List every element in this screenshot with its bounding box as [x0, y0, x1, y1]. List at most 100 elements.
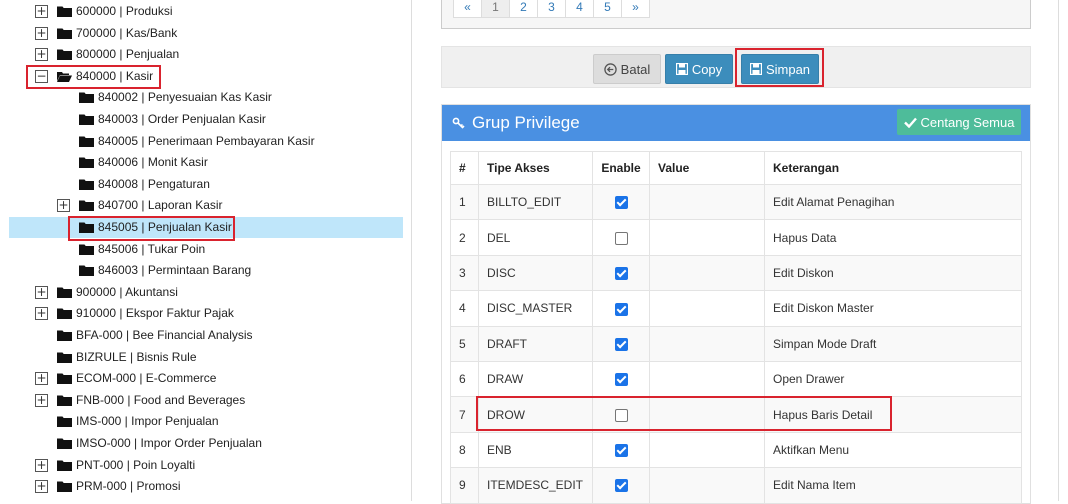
header-enable: Enable	[592, 151, 650, 185]
expand-icon[interactable]: +	[35, 458, 48, 472]
row-enable-cell	[592, 254, 650, 292]
tree-node[interactable]: + FNB-000 | Food and Beverages	[0, 390, 400, 411]
folder-icon	[57, 481, 72, 493]
expand-icon[interactable]: +	[35, 5, 48, 18]
simpan-button[interactable]: Simpan	[741, 54, 819, 84]
row-tipe-akses: ENB	[478, 431, 593, 469]
tree-node[interactable]: − 840000 | Kasir	[0, 66, 400, 87]
expand-icon[interactable]: +	[35, 480, 48, 494]
expand-icon[interactable]: +	[35, 26, 48, 40]
copy-button[interactable]: Copy	[665, 54, 733, 84]
expand-icon[interactable]: +	[35, 393, 48, 407]
tree-node[interactable]: +900000 | Akuntansi	[0, 282, 400, 303]
folder-icon	[57, 28, 72, 39]
row-tipe-akses: DISC_MASTER	[478, 290, 593, 327]
tree-node[interactable]: 840005 | Penerimaan Pembayaran Kasir	[0, 131, 400, 152]
row-keterangan: Edit Alamat Penagihan	[764, 183, 1022, 221]
tree-node-label: 840008 | Pengaturan	[98, 176, 210, 191]
enable-checkbox[interactable]	[614, 196, 628, 210]
row-keterangan: Edit Diskon Master	[764, 290, 1022, 327]
row-value[interactable]	[649, 325, 765, 362]
folder-icon	[79, 200, 94, 212]
folder-icon	[57, 49, 72, 61]
row-value[interactable]	[649, 467, 765, 504]
tree-node[interactable]: +800000 | Penjualan	[0, 44, 400, 65]
tree-node[interactable]: 840003 | Order Penjualan Kasir	[0, 109, 400, 130]
tree-node[interactable]: +700000 | Kas/Bank	[0, 23, 400, 44]
tree-node[interactable]: +600000 | Produksi	[0, 1, 400, 22]
expand-icon[interactable]: +	[35, 372, 48, 386]
enable-checkbox[interactable]	[614, 479, 628, 493]
module-tree: +600000 | Produksi +700000 | Kas/Bank +800…	[0, 0, 412, 501]
row-tipe-akses: DROW	[478, 396, 593, 433]
check-all-button[interactable]: Centang Semua	[897, 109, 1021, 135]
pagination-page-3[interactable]: 3	[537, 0, 566, 18]
tree-node[interactable]: + PNT-000 | Poin Loyalti	[0, 455, 400, 476]
tree-node[interactable]: 845005 | Penjualan Kasir	[9, 217, 403, 238]
enable-checkbox[interactable]	[614, 302, 628, 316]
expand-icon[interactable]: +	[35, 48, 48, 62]
tree-node[interactable]: BFA-000 | Bee Financial Analysis	[0, 325, 400, 346]
tree-node[interactable]: BIZRULE | Bisnis Rule	[0, 347, 400, 368]
tree-node[interactable]: 845006 | Tukar Poin	[0, 239, 400, 260]
folder-icon	[79, 157, 94, 169]
back-circle-icon	[603, 62, 617, 76]
tree-node-label: PNT-000 | Poin Loyalti	[76, 457, 196, 472]
tree-node[interactable]: 840006 | Monit Kasir	[0, 152, 400, 173]
folder-icon	[57, 395, 72, 406]
enable-checkbox[interactable]	[614, 408, 628, 422]
enable-checkbox[interactable]	[614, 373, 628, 387]
tree-node-label: 840002 | Penyesuaian Kas Kasir	[98, 90, 272, 105]
tree-node[interactable]: + ECOM-000 | E-Commerce	[0, 368, 400, 389]
check-icon	[903, 117, 917, 128]
expand-icon[interactable]: +	[35, 307, 48, 321]
row-tipe-akses: DRAW	[478, 360, 593, 398]
enable-checkbox[interactable]	[614, 231, 628, 245]
panel-border	[1058, 0, 1059, 501]
folder-icon	[79, 136, 94, 147]
pagination-page-4[interactable]: 4	[565, 0, 594, 18]
table-row: 2 DEL Hapus Data	[450, 219, 1022, 256]
tree-node[interactable]: IMS-000 | Impor Penjualan	[0, 411, 400, 432]
row-value[interactable]	[649, 183, 765, 221]
key-icon	[452, 116, 466, 130]
enable-checkbox[interactable]	[614, 337, 628, 351]
tree-node[interactable]: + PRM-000 | Promosi	[0, 476, 400, 497]
row-value[interactable]	[649, 219, 765, 256]
row-value[interactable]	[649, 290, 765, 327]
pagination-next[interactable]: »	[621, 0, 650, 18]
tree-node-label: 840005 | Penerimaan Pembayaran Kasir	[98, 133, 315, 148]
row-value[interactable]	[649, 254, 765, 292]
folder-icon	[57, 460, 72, 471]
enable-checkbox[interactable]	[614, 267, 628, 281]
collapse-icon[interactable]: −	[35, 69, 48, 83]
expand-icon[interactable]: +	[35, 285, 48, 299]
row-enable-cell	[592, 183, 650, 221]
enable-checkbox[interactable]	[614, 444, 628, 458]
tree-node[interactable]: 840008 | Pengaturan	[0, 174, 400, 195]
table-header-row: # Tipe Akses Enable Value Keterangan	[450, 151, 1022, 185]
table-row: 5 DRAFT Simpan Mode Draft	[450, 325, 1022, 362]
tree-node[interactable]: 840002 | Penyesuaian Kas Kasir	[0, 87, 400, 108]
pagination-page-2[interactable]: 2	[509, 0, 538, 18]
folder-icon	[79, 265, 94, 277]
tree-node[interactable]: 846003 | Permintaan Barang	[0, 260, 400, 281]
tree-node-label: IMS-000 | Impor Penjualan	[76, 414, 219, 429]
row-keterangan: Edit Nama Item	[764, 467, 1022, 504]
row-enable-cell	[592, 325, 650, 362]
row-number: 7	[450, 396, 479, 433]
row-value[interactable]	[649, 431, 765, 469]
batal-button[interactable]: Batal	[593, 54, 661, 84]
pagination-page-5[interactable]: 5	[593, 0, 622, 18]
tree-node[interactable]: +840700 | Laporan Kasir	[0, 195, 400, 216]
tree-node[interactable]: IMSO-000 | Impor Order Penjualan	[0, 433, 400, 454]
row-value[interactable]	[649, 396, 765, 433]
pagination-prev[interactable]: «	[453, 0, 482, 18]
pagination-page-1[interactable]: 1	[481, 0, 510, 18]
row-value[interactable]	[649, 360, 765, 398]
tree-node-label: 840700 | Laporan Kasir	[98, 198, 223, 213]
expand-icon[interactable]: +	[57, 199, 70, 213]
folder-icon	[79, 179, 94, 190]
save-icon	[749, 63, 762, 75]
tree-node[interactable]: +910000 | Ekspor Faktur Pajak	[0, 303, 400, 324]
